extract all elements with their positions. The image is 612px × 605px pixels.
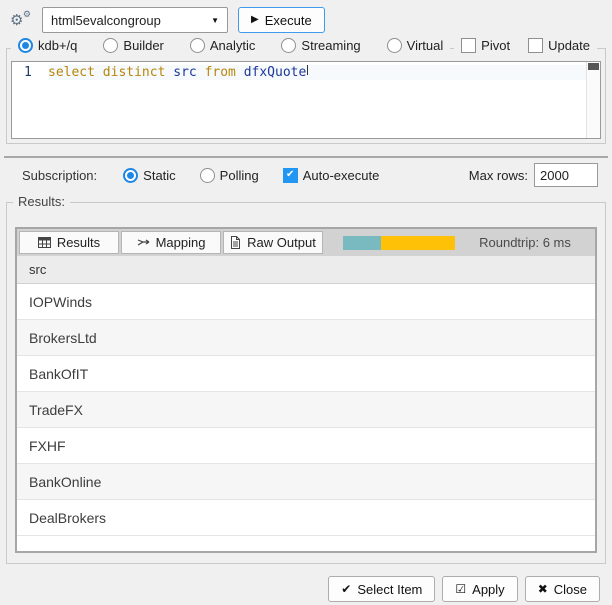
code-token: distinct <box>103 65 166 80</box>
radio-analytic[interactable]: Analytic <box>190 38 256 53</box>
query-progress-bar <box>343 236 455 250</box>
radio-streaming[interactable]: Streaming <box>281 38 360 53</box>
radio-static-label: Static <box>143 168 176 183</box>
radio-icon <box>190 38 205 53</box>
results-group: Results: Results Mapping Raw Output <box>6 202 606 564</box>
radio-selected-icon <box>123 168 138 183</box>
radio-kdbq[interactable]: kdb+/q <box>18 38 77 53</box>
radio-icon <box>387 38 402 53</box>
radio-kdbq-label: kdb+/q <box>38 38 77 53</box>
table-row[interactable]: BrokersLtd <box>17 320 595 356</box>
checkbox-icon <box>528 38 543 53</box>
max-rows-group: Max rows: <box>469 163 598 187</box>
editor-code-line: select distinct src from dfxQuote <box>48 65 600 80</box>
gears-icon: ⚙⚙ <box>10 13 32 28</box>
text-cursor <box>307 65 308 75</box>
table-grid-icon <box>38 237 51 248</box>
query-mode-radios: kdb+/q Builder Analytic Streaming Virtua… <box>11 38 450 53</box>
radio-icon <box>200 168 215 183</box>
pivot-checkbox[interactable]: Pivot <box>461 38 510 53</box>
tab-results-label: Results <box>57 235 100 250</box>
radio-static[interactable]: Static <box>123 168 176 183</box>
select-item-button-label: Select Item <box>357 582 422 597</box>
radio-streaming-label: Streaming <box>301 38 360 53</box>
radio-analytic-label: Analytic <box>210 38 256 53</box>
apply-button[interactable]: ☑ Apply <box>442 576 517 602</box>
radio-virtual[interactable]: Virtual <box>387 38 444 53</box>
subscription-label: Subscription: <box>22 168 97 183</box>
code-token: select <box>48 65 95 80</box>
results-panel: Results Mapping Raw Output Roundtrip: 6 … <box>15 227 597 553</box>
select-item-button[interactable]: ✔ Select Item <box>328 576 435 602</box>
close-button-label: Close <box>554 582 587 597</box>
toolbar: ⚙⚙ html5evalcongroup ▼ ▶ Execute <box>4 4 608 36</box>
results-tabstrip: Results Mapping Raw Output Roundtrip: 6 … <box>17 229 595 256</box>
table-row[interactable]: FXHF <box>17 428 595 464</box>
table-row[interactable]: DealBrokers <box>17 500 595 536</box>
pivot-checkbox-label: Pivot <box>481 38 510 53</box>
editor-code-area[interactable]: select distinct src from dfxQuote <box>40 62 600 138</box>
results-legend: Results: <box>13 194 70 209</box>
editor-line-number: 1 <box>12 62 40 138</box>
code-token: src <box>173 65 196 80</box>
radio-icon <box>281 38 296 53</box>
query-code-editor[interactable]: 1 select distinct src from dfxQuote <box>11 61 601 139</box>
connection-select[interactable]: html5evalcongroup ▼ <box>42 7 228 33</box>
close-button[interactable]: ✖ Close <box>525 576 600 602</box>
query-editor-dialog: ⚙⚙ html5evalcongroup ▼ ▶ Execute kdb+/q … <box>0 0 612 605</box>
tab-mapping[interactable]: Mapping <box>121 231 221 254</box>
execute-button[interactable]: ▶ Execute <box>238 7 325 33</box>
subscription-row: Subscription: Static Polling ✔ Auto-exec… <box>4 158 608 192</box>
max-rows-label: Max rows: <box>469 168 528 183</box>
checked-box-icon: ☑ <box>455 583 466 595</box>
query-option-checkboxes: Pivot Update <box>454 38 597 53</box>
grid-column-header: src <box>17 256 595 284</box>
table-row[interactable]: BankOfIT <box>17 356 595 392</box>
play-icon: ▶ <box>251 15 259 25</box>
execute-button-label: Execute <box>265 13 312 28</box>
radio-builder-label: Builder <box>123 38 163 53</box>
apply-button-label: Apply <box>472 582 505 597</box>
update-checkbox-label: Update <box>548 38 590 53</box>
auto-execute-checkbox[interactable]: ✔ Auto-execute <box>283 168 380 183</box>
tab-mapping-label: Mapping <box>156 235 206 250</box>
close-icon: ✖ <box>538 583 548 595</box>
query-mode-group: kdb+/q Builder Analytic Streaming Virtua… <box>6 48 606 144</box>
table-row[interactable]: IOPWinds <box>17 284 595 320</box>
table-row[interactable]: TradeFX <box>17 392 595 428</box>
auto-execute-label: Auto-execute <box>303 168 380 183</box>
mapping-fork-icon <box>137 237 150 248</box>
radio-polling-label: Polling <box>220 168 259 183</box>
progress-segment-amber <box>381 236 455 250</box>
radio-icon <box>103 38 118 53</box>
dialog-footer: ✔ Select Item ☑ Apply ✖ Close <box>4 576 608 602</box>
radio-builder[interactable]: Builder <box>103 38 163 53</box>
radio-selected-icon <box>18 38 33 53</box>
checkbox-icon <box>461 38 476 53</box>
tab-raw-output-label: Raw Output <box>247 235 316 250</box>
document-icon <box>230 236 241 249</box>
max-rows-input[interactable] <box>534 163 598 187</box>
editor-scrollbar[interactable] <box>586 62 600 138</box>
tab-raw-output[interactable]: Raw Output <box>223 231 323 254</box>
code-token: dfxQuote <box>244 65 307 80</box>
code-token: from <box>205 65 236 80</box>
radio-virtual-label: Virtual <box>407 38 444 53</box>
results-grid: src IOPWinds BrokersLtd BankOfIT TradeFX… <box>17 256 595 551</box>
tab-results[interactable]: Results <box>19 231 119 254</box>
editor-scrollbar-thumb[interactable] <box>588 63 599 70</box>
update-checkbox[interactable]: Update <box>528 38 590 53</box>
roundtrip-status: Roundtrip: 6 ms <box>457 235 593 250</box>
radio-polling[interactable]: Polling <box>200 168 259 183</box>
progress-segment-teal <box>343 236 381 250</box>
table-row[interactable]: BankOnline <box>17 464 595 500</box>
connection-select-value: html5evalcongroup <box>51 13 161 28</box>
caret-down-icon: ▼ <box>211 16 219 25</box>
checkbox-checked-icon: ✔ <box>283 168 298 183</box>
check-icon: ✔ <box>341 583 351 595</box>
query-mode-bar: kdb+/q Builder Analytic Streaming Virtua… <box>11 38 597 53</box>
